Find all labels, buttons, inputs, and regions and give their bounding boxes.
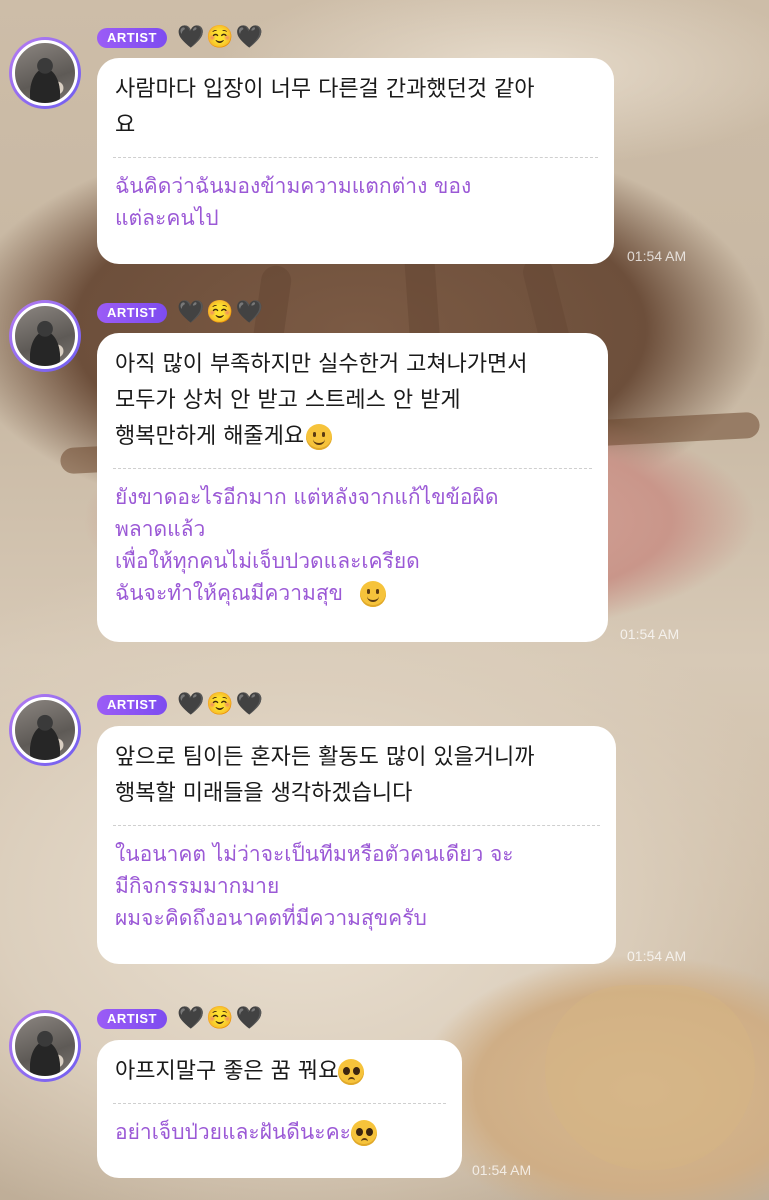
artist-badge: ARTIST (97, 1009, 167, 1029)
korean-text: 아프지말구 좋은 꿈 꿔요 (115, 1059, 339, 1084)
korean-text: 앞으로 팀이든 혼자든 활동도 많이 있을거니까 행복할 미래들을 생각하겠습니… (115, 745, 535, 806)
pleading-face-icon (338, 1059, 365, 1085)
timestamp: 01:54 AM (627, 948, 687, 964)
emoji-hearts-icon: 🖤☺️🖤 (176, 300, 266, 325)
pleading-face-icon (350, 1120, 377, 1146)
artist-badge: ARTIST (97, 303, 167, 323)
emoji-hearts-icon: 🖤☺️🖤 (176, 1006, 266, 1031)
artist-avatar[interactable] (9, 300, 81, 372)
artist-avatar[interactable] (9, 694, 81, 766)
message-bubble[interactable]: 앞으로 팀이든 혼자든 활동도 많이 있을거니까 행복할 미래들을 생각하겠습니… (97, 726, 616, 964)
thai-translation: ในอนาคต ไม่ว่าจะเป็นทีมหรือตัวคนเดียว จะ… (115, 842, 514, 930)
timestamp: 01:54 AM (472, 1162, 532, 1178)
message-bubble[interactable]: 사람마다 입장이 너무 다른걸 간과했던것 같아 요 ฉันคิดว่าฉันม… (97, 58, 614, 264)
timestamp: 01:54 AM (620, 626, 680, 642)
thai-translation: ยังขาดอะไรอีกมาก แต่หลังจากแก้ไขข้อผิด พ… (115, 485, 499, 605)
emoji-hearts-icon: 🖤☺️🖤 (176, 692, 266, 717)
slightly-smiling-face-icon (359, 581, 386, 607)
thai-translation: ฉันคิดว่าฉันมองข้ามความแตกต่าง ของ แต่ละ… (115, 174, 472, 230)
artist-avatar[interactable] (9, 37, 81, 109)
message-bubble[interactable]: 아프지말구 좋은 꿈 꿔요 อย่าเจ็บป่วยและฝันดีนะคะ (97, 1040, 462, 1178)
timestamp: 01:54 AM (627, 248, 687, 264)
artist-avatar[interactable] (9, 1010, 81, 1082)
artist-badge: ARTIST (97, 28, 167, 48)
thai-translation: อย่าเจ็บป่วยและฝันดีนะคะ (115, 1120, 351, 1144)
message-bubble[interactable]: 아직 많이 부족하지만 실수한거 고쳐나가면서 모두가 상처 안 받고 스트레스… (97, 333, 608, 642)
korean-text: 사람마다 입장이 너무 다른걸 간과했던것 같아 요 (115, 77, 535, 138)
artist-badge: ARTIST (97, 695, 167, 715)
slightly-smiling-face-icon (306, 424, 333, 450)
emoji-hearts-icon: 🖤☺️🖤 (176, 25, 266, 50)
